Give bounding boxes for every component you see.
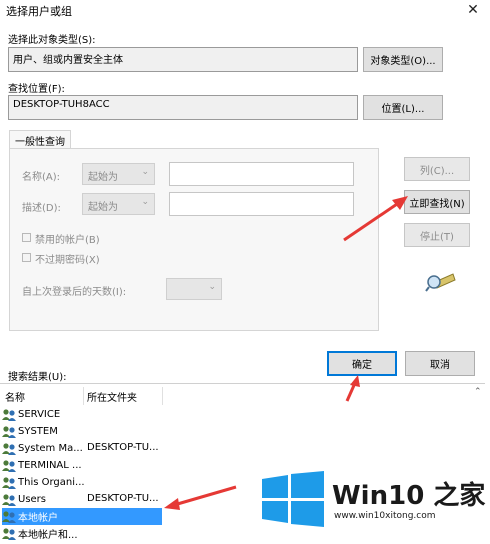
list-item[interactable]: SERVICE bbox=[2, 406, 162, 423]
columns-button[interactable]: 列(C)... bbox=[404, 157, 470, 181]
name-match-value: 起始为 bbox=[88, 172, 118, 183]
select-users-dialog: 选择用户或组 ✕ 选择此对象类型(S): 用户、组或内置安全主体 对象类型(O)… bbox=[0, 0, 490, 544]
item-name: TERMINAL ... bbox=[18, 460, 82, 471]
item-name: SERVICE bbox=[18, 409, 61, 420]
user-group-icon bbox=[2, 460, 16, 472]
user-group-icon bbox=[2, 409, 16, 421]
description-input[interactable] bbox=[169, 192, 354, 216]
object-type-field: 用户、组或内置安全主体 bbox=[8, 47, 358, 72]
description-match-combo: 起始为 ⌄ bbox=[82, 193, 155, 215]
description-match-value: 起始为 bbox=[88, 202, 118, 213]
disabled-accounts-label: 禁用的帐户(B) bbox=[35, 235, 100, 246]
non-expiring-password-checkbox[interactable] bbox=[22, 253, 31, 262]
object-types-button[interactable]: 对象类型(O)... bbox=[363, 47, 443, 72]
disabled-accounts-checkbox[interactable] bbox=[22, 233, 31, 242]
watermark-url: www.win10xitong.com bbox=[334, 511, 436, 521]
column-header-folder[interactable]: 所在文件夹 bbox=[87, 389, 137, 405]
windows-logo-icon bbox=[262, 471, 324, 527]
cancel-button[interactable]: 取消 bbox=[405, 351, 475, 376]
description-label: 描述(D): bbox=[22, 203, 61, 214]
location-field: DESKTOP-TUH8ACC bbox=[8, 95, 358, 120]
object-type-label: 选择此对象类型(S): bbox=[8, 35, 96, 46]
column-divider[interactable] bbox=[162, 387, 163, 405]
list-item[interactable]: 本地帐户和... bbox=[2, 525, 162, 542]
item-name: 本地帐户和... bbox=[18, 530, 78, 541]
watermark-brand: Win10 之家 bbox=[332, 481, 486, 511]
item-name: This Organi... bbox=[18, 477, 85, 488]
tab-general-query[interactable]: 一般性查询 bbox=[9, 130, 71, 149]
win10-watermark: Win10 之家 www.win10xitong.com bbox=[262, 469, 490, 529]
column-divider[interactable] bbox=[83, 387, 84, 405]
list-item[interactable]: This Organi... bbox=[2, 474, 162, 491]
annotation-arrow-find bbox=[343, 196, 408, 242]
scroll-up-icon[interactable]: ⌃ bbox=[474, 387, 482, 397]
search-results-label: 搜索结果(U): bbox=[8, 372, 67, 383]
column-header-name[interactable]: 名称 bbox=[5, 389, 25, 405]
chevron-down-icon: ⌄ bbox=[141, 197, 149, 207]
stop-button[interactable]: 停止(T) bbox=[404, 223, 470, 247]
days-since-login-label: 自上次登录后的天数(I): bbox=[22, 287, 127, 298]
list-item[interactable]: 本地帐户 bbox=[2, 508, 162, 525]
ok-button[interactable]: 确定 bbox=[327, 351, 397, 376]
user-group-icon bbox=[2, 511, 16, 523]
days-since-login-combo[interactable]: ⌄ bbox=[166, 278, 222, 300]
window-title: 选择用户或组 bbox=[6, 5, 72, 18]
chevron-down-icon: ⌄ bbox=[141, 167, 149, 177]
annotation-arrow-local-account bbox=[164, 485, 237, 510]
item-folder: DESKTOP-TU... bbox=[87, 442, 159, 453]
item-folder: DESKTOP-TU... bbox=[87, 493, 159, 504]
annotation-arrow-ok bbox=[345, 375, 360, 402]
locations-button[interactable]: 位置(L)... bbox=[363, 95, 443, 120]
location-label: 查找位置(F): bbox=[8, 84, 65, 95]
name-input[interactable] bbox=[169, 162, 354, 186]
item-name: Users bbox=[18, 494, 47, 505]
item-name: SYSTEM bbox=[18, 426, 58, 437]
user-group-icon bbox=[2, 443, 16, 455]
list-item[interactable]: SYSTEM bbox=[2, 423, 162, 440]
search-flashlight-icon bbox=[425, 273, 456, 292]
user-group-icon bbox=[2, 528, 16, 540]
item-name: 本地帐户 bbox=[18, 513, 58, 524]
chevron-down-icon: ⌄ bbox=[208, 282, 216, 292]
user-group-icon bbox=[2, 477, 16, 489]
close-button[interactable]: ✕ bbox=[460, 0, 486, 20]
title-bar: 选择用户或组 ✕ bbox=[0, 0, 490, 22]
item-name: System Ma... bbox=[18, 443, 83, 454]
non-expiring-password-label: 不过期密码(X) bbox=[35, 255, 100, 266]
user-group-icon bbox=[2, 494, 16, 506]
name-label: 名称(A): bbox=[22, 172, 61, 183]
list-item[interactable]: TERMINAL ... bbox=[2, 457, 162, 474]
find-now-button[interactable]: 立即查找(N) bbox=[404, 190, 470, 214]
name-match-combo: 起始为 ⌄ bbox=[82, 163, 155, 185]
user-group-icon bbox=[2, 426, 16, 438]
